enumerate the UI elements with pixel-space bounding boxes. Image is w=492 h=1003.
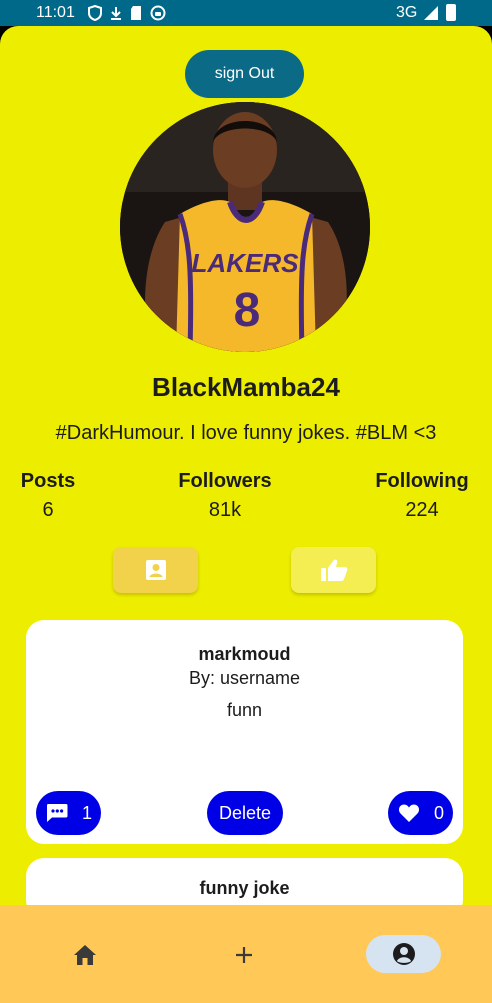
- status-time: 11:01: [36, 4, 75, 21]
- comment-icon: [47, 804, 68, 822]
- stat-posts[interactable]: Posts 6: [12, 470, 84, 522]
- signal-icon: [424, 6, 438, 20]
- like-button[interactable]: 0: [388, 791, 453, 835]
- nav-add-post[interactable]: [224, 935, 264, 975]
- post-card[interactable]: markmoud By: username funn 1 Delete 0: [26, 620, 463, 844]
- battery-icon: [446, 4, 456, 21]
- avatar: LAKERS 8: [120, 102, 370, 352]
- stat-posts-value: 6: [42, 499, 54, 521]
- stat-posts-label: Posts: [20, 470, 76, 492]
- app-icon: [150, 5, 166, 21]
- nav-home[interactable]: [65, 935, 105, 975]
- profile-screen: sign Out LAKERS 8 BlackMamba24 #DarkHumo…: [0, 26, 492, 1003]
- stat-followers[interactable]: Followers 81k: [170, 470, 280, 522]
- portrait-icon: [145, 560, 166, 580]
- sd-card-icon: [131, 6, 141, 20]
- stat-followers-value: 81k: [208, 499, 242, 521]
- jersey-text: LAKERS: [192, 248, 300, 278]
- tab-liked-posts[interactable]: [291, 547, 376, 593]
- tab-my-posts[interactable]: [113, 547, 198, 593]
- stat-following[interactable]: Following 224: [372, 470, 472, 522]
- post-title: markmoud: [198, 644, 291, 664]
- add-icon: [236, 947, 252, 963]
- heart-icon: [398, 804, 420, 822]
- like-count: 0: [434, 802, 445, 823]
- post-author: By: username: [188, 668, 301, 688]
- stat-following-value: 224: [405, 499, 439, 521]
- thumbs-up-icon: [320, 559, 347, 581]
- bottom-navigation: [0, 905, 492, 1003]
- profile-bio: #DarkHumour. I love funny jokes. #BLM <3: [55, 422, 437, 444]
- profile-username: BlackMamba24: [152, 372, 340, 402]
- comment-count: 1: [82, 802, 93, 823]
- comment-button[interactable]: 1: [36, 791, 101, 835]
- jersey-number: 8: [234, 284, 261, 337]
- post-title: funny joke: [199, 878, 290, 898]
- profile-icon: [392, 943, 415, 965]
- status-notification-icons: [88, 5, 166, 21]
- network-type: 3G: [396, 4, 418, 21]
- post-body: funn: [226, 700, 263, 720]
- shield-icon: [88, 5, 102, 21]
- sign-out-button[interactable]: sign Out: [185, 50, 304, 98]
- delete-post-button[interactable]: Delete: [207, 791, 283, 835]
- status-bar: 11:01 3G: [0, 0, 492, 26]
- avatar-image: LAKERS 8: [120, 102, 370, 352]
- stat-following-label: Following: [375, 470, 469, 492]
- home-icon: [74, 945, 96, 965]
- nav-profile[interactable]: [366, 935, 441, 973]
- stat-followers-label: Followers: [178, 470, 272, 492]
- download-icon: [111, 7, 121, 20]
